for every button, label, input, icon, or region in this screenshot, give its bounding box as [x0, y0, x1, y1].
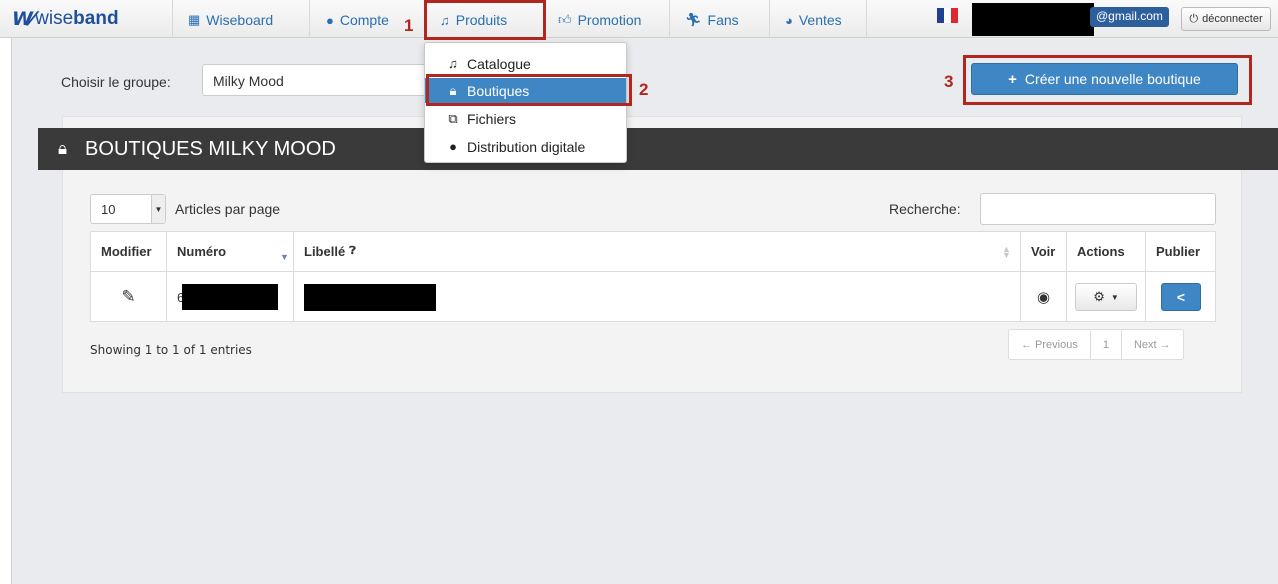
edit-icon[interactable]: ✎ — [121, 287, 135, 307]
col-header-voir: Voir — [1021, 232, 1067, 272]
menu-item-label: Catalogue — [467, 55, 531, 72]
callout-number-3: 3 — [944, 72, 954, 91]
col-header-actions: Actions — [1067, 232, 1146, 272]
power-icon: ⏻ — [1189, 12, 1199, 25]
actions-dropdown-button[interactable]: ⚙ ▼ — [1075, 283, 1137, 311]
search-label: Recherche: — [889, 201, 961, 217]
nav-item-fans[interactable]: 🏃︎ Fans — [685, 9, 739, 31]
logo-word-band: band — [73, 8, 119, 29]
nav-divider — [669, 0, 670, 38]
col-header-libelle-label: Libellé — [304, 244, 346, 259]
nav-item-label: Compte — [339, 12, 389, 28]
logout-button[interactable]: ⏻ déconnecter — [1181, 7, 1271, 31]
redacted-numero — [182, 284, 279, 310]
dashboard-icon: ◕ — [785, 12, 793, 28]
pagination: ← Previous 1 Next → — [1008, 329, 1184, 360]
thumbs-up-icon: 👍︎ — [558, 12, 572, 27]
panel-title-bar: 🔒︎ BOUTIQUES MILKY MOOD — [38, 128, 1278, 170]
logo-mark-echo: ⁄ — [30, 8, 35, 30]
cell-voir: ◉ — [1021, 272, 1067, 322]
callout-box-produits — [424, 0, 546, 40]
nav-divider — [309, 0, 310, 38]
grid-icon: ▦ — [188, 12, 201, 27]
col-header-numero-label: Numéro — [177, 244, 227, 259]
wiseband-logo[interactable]: W ⁄ wise band — [12, 8, 119, 30]
apple-icon: ● — [449, 139, 457, 154]
left-rail — [0, 36, 12, 584]
nav-item-label: Promotion — [577, 12, 642, 28]
cell-numero: 6 — [167, 272, 294, 322]
nav-divider — [866, 0, 867, 38]
group-select[interactable]: Milky Mood — [202, 64, 432, 96]
redacted-user-name — [972, 3, 1094, 36]
callout-number-1: 1 — [404, 16, 414, 35]
share-button[interactable]: < — [1161, 283, 1201, 311]
cell-publier: < — [1146, 272, 1216, 322]
redacted-libelle — [304, 283, 436, 311]
menu-item-distribution[interactable]: ● Distribution digitale — [425, 134, 626, 159]
french-flag-icon[interactable] — [937, 8, 958, 23]
nav-item-label: Ventes — [798, 12, 842, 28]
logo-mark: W — [12, 8, 33, 30]
eye-icon[interactable]: ◉ — [1037, 288, 1050, 306]
callout-box-create — [963, 55, 1252, 105]
logo-word-wise: wise — [35, 8, 74, 29]
running-person-icon: 🏃︎ — [685, 12, 702, 27]
per-page-value: 10 — [101, 202, 116, 217]
sort-desc-icon: ▼ — [280, 252, 289, 262]
cell-libelle — [294, 272, 1021, 322]
col-header-publier: Publier — [1146, 232, 1216, 272]
chevron-down-icon: ▼ — [151, 195, 165, 223]
menu-item-fichiers[interactable]: ⧉ Fichiers — [425, 106, 626, 131]
caret-down-icon: ▼ — [1110, 292, 1119, 302]
sort-both-icon: ▲ ▼ — [1002, 244, 1011, 260]
logout-label: déconnecter — [1202, 13, 1263, 25]
nav-item-wiseboard[interactable]: ▦ Wiseboard — [188, 9, 273, 31]
col-header-libelle[interactable]: Libellé ❓︎ ▲ ▼ — [294, 232, 1021, 272]
callout-number-2: 2 — [639, 80, 649, 99]
user-email-badge: @gmail.com — [1090, 7, 1169, 27]
music-note-icon: ♫ — [448, 56, 458, 71]
user-icon: ● — [326, 12, 334, 28]
panel-title: BOUTIQUES MILKY MOOD — [85, 137, 336, 160]
nav-item-label: Fans — [707, 12, 739, 28]
table-row: ✎ — [91, 272, 167, 322]
search-input[interactable] — [980, 193, 1216, 225]
per-page-select[interactable]: 10 ▼ — [90, 194, 166, 224]
callout-box-boutiques — [426, 74, 632, 106]
col-header-numero[interactable]: Numéro ▼ — [167, 232, 294, 272]
nav-divider — [769, 0, 770, 38]
nav-divider — [172, 0, 173, 38]
shops-table: Modifier Numéro ▼ Libellé ❓︎ ▲ ▼ Voir Act… — [90, 231, 1216, 322]
pagination-page-1[interactable]: 1 — [1091, 330, 1122, 359]
nav-item-ventes[interactable]: ◕ Ventes — [785, 9, 842, 31]
nav-item-label: Wiseboard — [206, 12, 274, 28]
menu-item-label: Distribution digitale — [467, 138, 586, 155]
cell-actions: ⚙ ▼ — [1067, 272, 1146, 322]
share-icon: < — [1176, 289, 1186, 305]
help-icon[interactable]: ❓︎ — [349, 245, 356, 258]
group-chooser-label: Choisir le groupe: — [61, 74, 171, 90]
entries-info: Showing 1 to 1 of 1 entries — [90, 343, 252, 357]
col-header-modifier: Modifier — [91, 232, 167, 272]
menu-item-label: Fichiers — [467, 110, 517, 127]
pagination-next[interactable]: Next → — [1122, 330, 1183, 359]
per-page-label: Articles par page — [175, 201, 281, 217]
lock-icon: 🔒︎ — [58, 139, 68, 158]
files-icon: ⧉ — [448, 110, 458, 126]
pagination-previous[interactable]: ← Previous — [1009, 330, 1091, 359]
gear-icon: ⚙ — [1093, 289, 1105, 304]
nav-item-compte[interactable]: ● Compte — [326, 9, 389, 31]
nav-item-promotion[interactable]: 👍︎ Promotion — [558, 9, 641, 31]
top-navbar: W ⁄ wise band ▦ Wiseboard ● Compte ♫ Produ… — [0, 0, 1278, 38]
menu-item-catalogue[interactable]: ♫ Catalogue — [425, 51, 626, 76]
